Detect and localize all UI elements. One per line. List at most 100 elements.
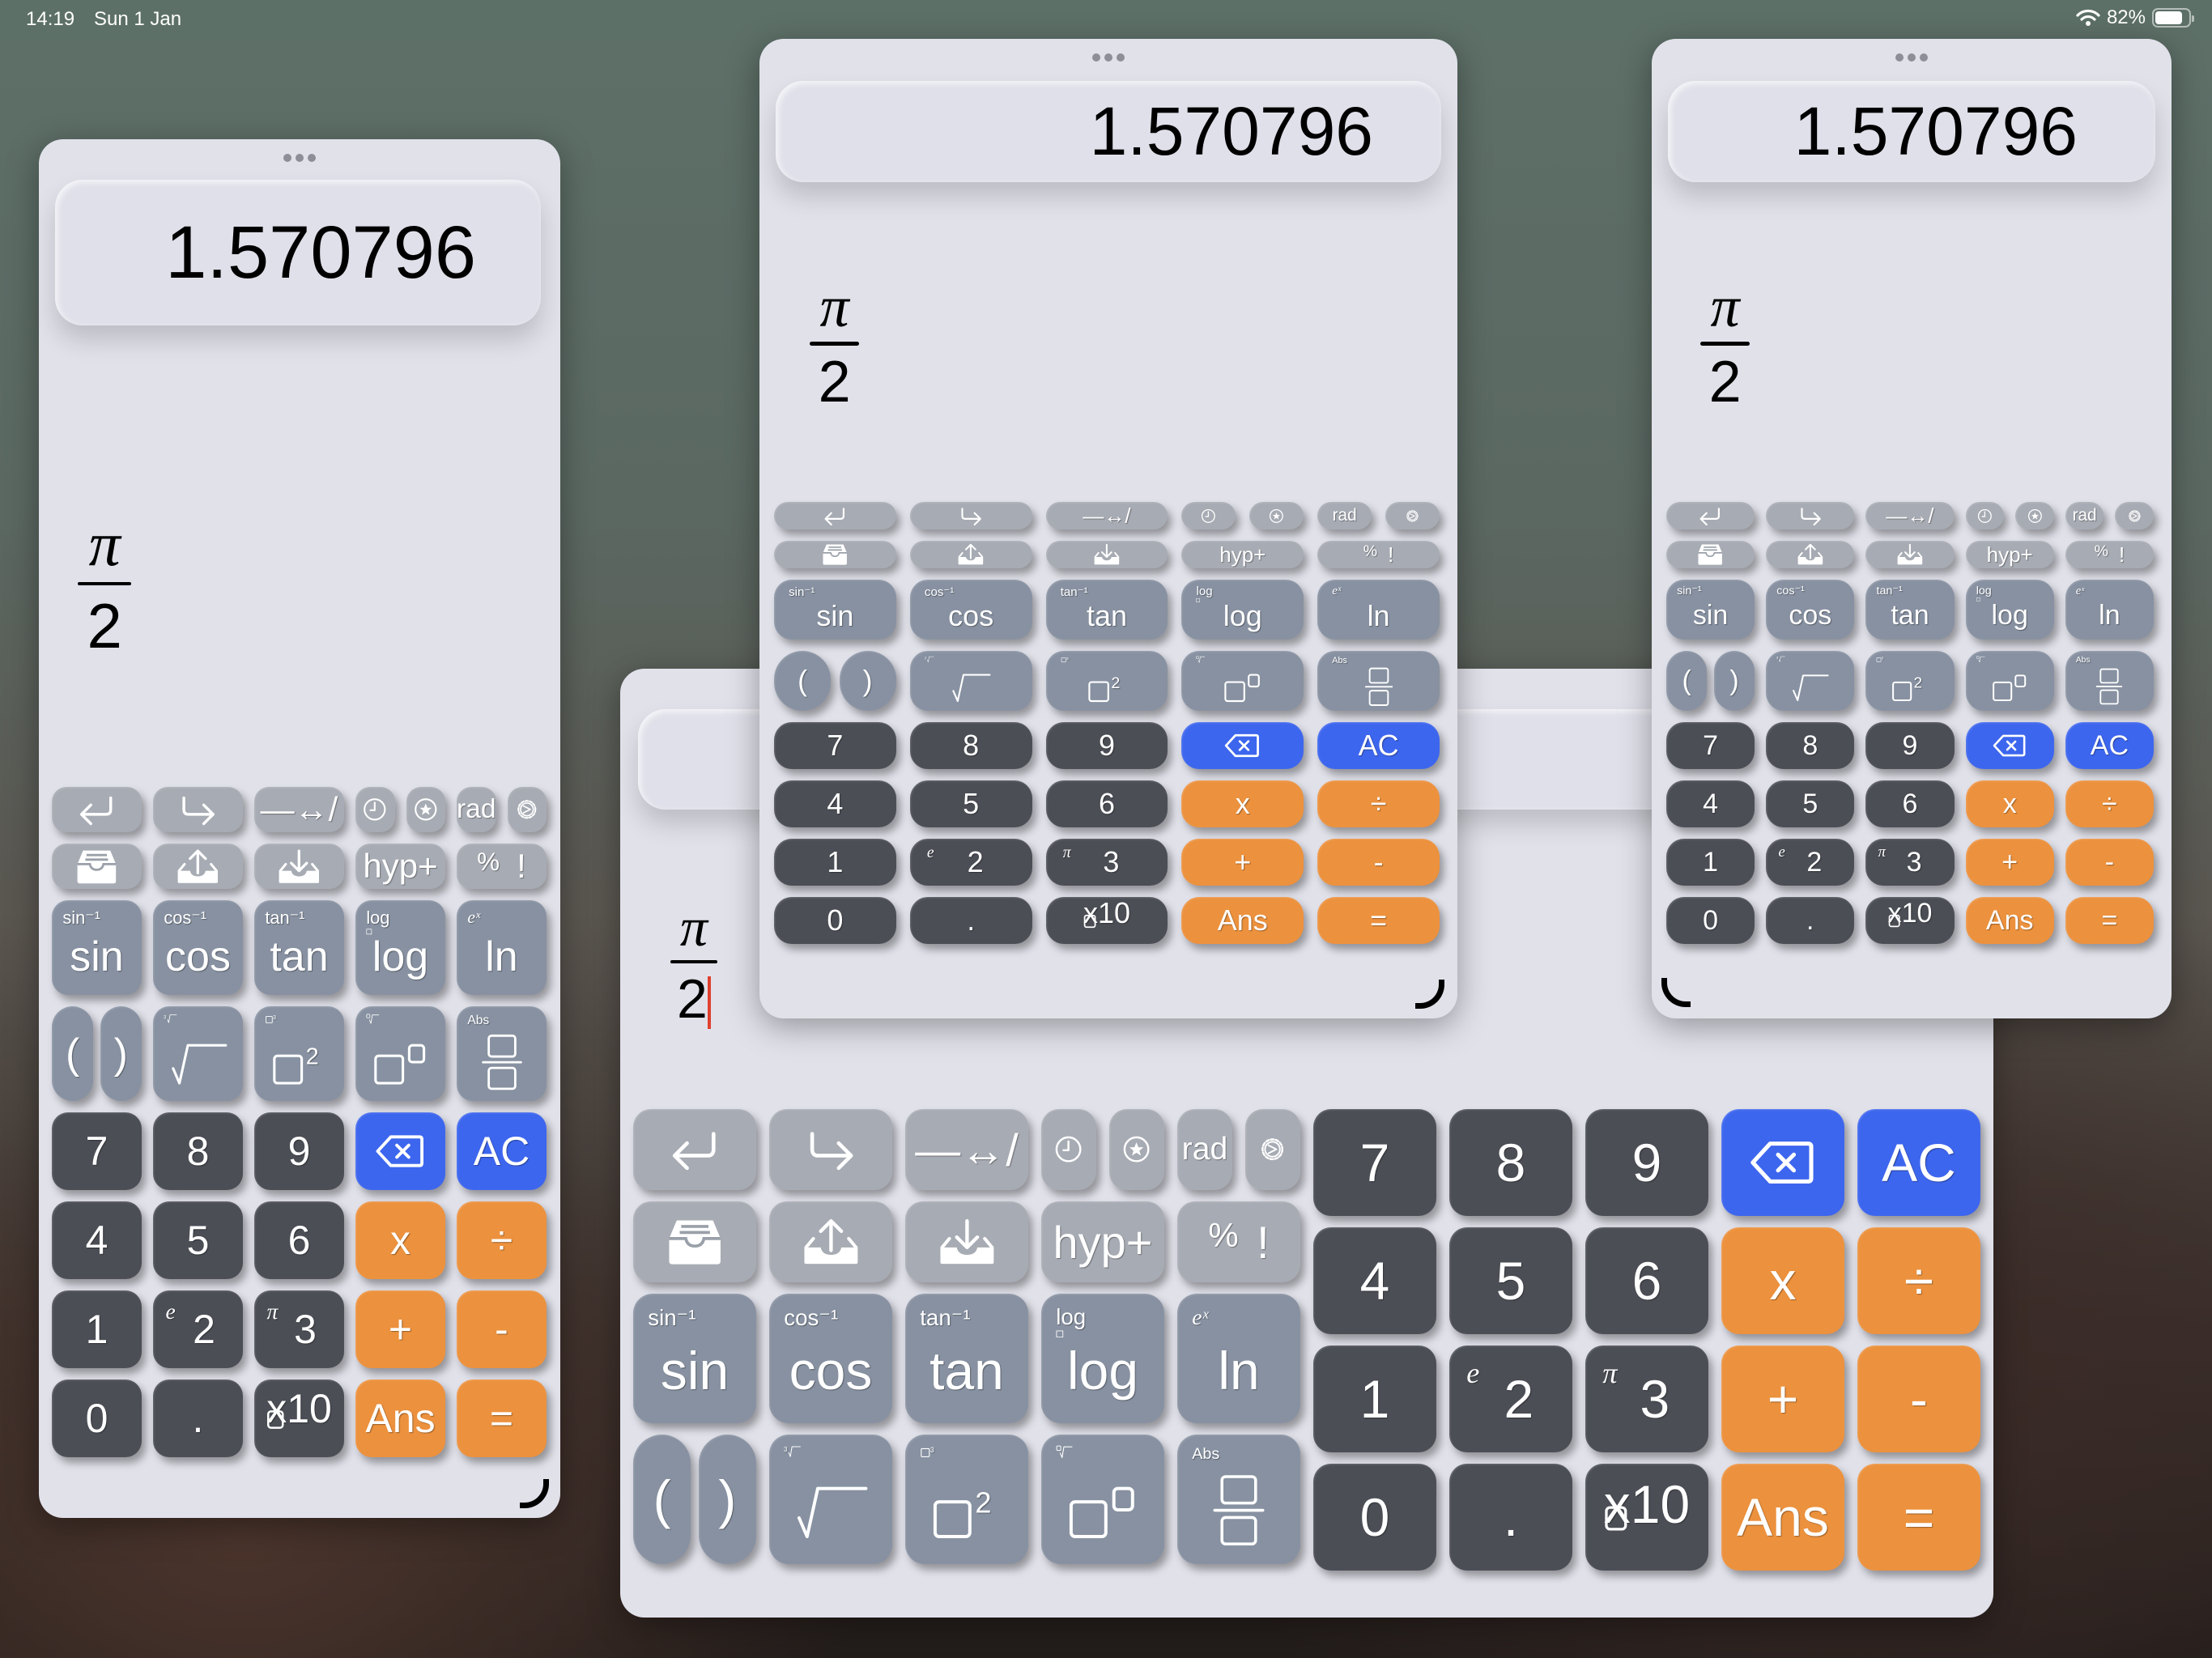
percent-factorial-button[interactable]: %! xyxy=(1177,1201,1300,1282)
multiply-button[interactable]: x xyxy=(1181,780,1304,827)
settings-button[interactable] xyxy=(1245,1109,1300,1190)
digit-8-button[interactable]: 8 xyxy=(909,722,1032,769)
close-paren-button[interactable]: ) xyxy=(1713,651,1755,711)
digit-1-button[interactable]: 1 xyxy=(774,839,896,886)
exp10-button[interactable]: x10 xyxy=(254,1380,344,1457)
log-button[interactable]: log log xyxy=(1965,580,2054,640)
digit-7-button[interactable]: 7 xyxy=(1313,1109,1436,1216)
divide-button[interactable]: ÷ xyxy=(1857,1227,1980,1334)
equals-button[interactable]: = xyxy=(1317,897,1440,944)
digit-7-button[interactable]: 7 xyxy=(52,1112,142,1190)
undo-button[interactable] xyxy=(52,787,142,832)
open-paren-button[interactable]: ( xyxy=(774,651,832,711)
digit-8-button[interactable]: 8 xyxy=(1449,1109,1572,1216)
digit-2-button[interactable]: e2 xyxy=(909,839,1032,886)
minus-button[interactable]: - xyxy=(2065,839,2154,886)
power-button[interactable] xyxy=(1041,1435,1164,1564)
memory-tray-button[interactable] xyxy=(1666,541,1755,568)
digit-0-button[interactable]: 0 xyxy=(774,897,896,944)
history-button[interactable] xyxy=(1965,502,2005,529)
digit-0-button[interactable]: 0 xyxy=(1313,1464,1436,1571)
fraction-button[interactable]: Abs xyxy=(2065,651,2154,711)
digit-3-button[interactable]: π3 xyxy=(1865,839,1955,886)
exp10-button[interactable]: x10 xyxy=(1585,1464,1708,1571)
digit-6-button[interactable]: 6 xyxy=(254,1201,344,1279)
digit-5-button[interactable]: 5 xyxy=(1766,780,1855,827)
memory-store-button[interactable] xyxy=(769,1201,892,1282)
resize-handle[interactable] xyxy=(1415,980,1444,1009)
ac-button[interactable]: AC xyxy=(457,1112,547,1190)
divide-button[interactable]: ÷ xyxy=(2065,780,2154,827)
redo-button[interactable] xyxy=(909,502,1032,529)
multiply-button[interactable]: x xyxy=(1721,1227,1844,1334)
decimal-button[interactable]: . xyxy=(909,897,1032,944)
window-grabber[interactable] xyxy=(1895,53,1928,62)
backspace-button[interactable] xyxy=(1721,1109,1844,1216)
decimal-button[interactable]: . xyxy=(1449,1464,1572,1571)
favorites-button[interactable] xyxy=(1109,1109,1164,1190)
ln-button[interactable]: eˣ ln xyxy=(2065,580,2154,640)
expression-input[interactable]: π 2 xyxy=(810,274,860,415)
digit-3-button[interactable]: π3 xyxy=(1585,1346,1708,1452)
digit-1-button[interactable]: 1 xyxy=(1666,839,1755,886)
favorites-button[interactable] xyxy=(2015,502,2054,529)
digit-0-button[interactable]: 0 xyxy=(1666,897,1755,944)
memory-store-button[interactable] xyxy=(153,844,243,889)
minus-button[interactable]: - xyxy=(457,1290,547,1368)
expression-input[interactable]: π 2 xyxy=(1700,274,1750,415)
power-button[interactable] xyxy=(1965,651,2054,711)
digit-9-button[interactable]: 9 xyxy=(254,1112,344,1190)
plus-button[interactable]: + xyxy=(355,1290,445,1368)
tan-button[interactable]: tan⁻¹ tan xyxy=(1865,580,1955,640)
hyp-button[interactable]: hyp+ xyxy=(355,844,445,889)
ac-button[interactable]: AC xyxy=(2065,722,2154,769)
backspace-button[interactable] xyxy=(355,1112,445,1190)
backspace-button[interactable] xyxy=(1965,722,2054,769)
memory-tray-button[interactable] xyxy=(774,541,896,568)
plus-button[interactable]: + xyxy=(1181,839,1304,886)
digit-1-button[interactable]: 1 xyxy=(52,1290,142,1368)
sqrt-button[interactable]: 3 xyxy=(1766,651,1855,711)
multiply-button[interactable]: x xyxy=(355,1201,445,1279)
digit-4-button[interactable]: 4 xyxy=(52,1201,142,1279)
fraction-toggle-button[interactable]: —↔/ xyxy=(1865,502,1955,529)
digit-7-button[interactable]: 7 xyxy=(1666,722,1755,769)
ln-button[interactable]: eˣ ln xyxy=(1317,580,1440,640)
sin-button[interactable]: sin⁻¹ sin xyxy=(1666,580,1755,640)
digit-6-button[interactable]: 6 xyxy=(1045,780,1168,827)
ans-button[interactable]: Ans xyxy=(1965,897,2054,944)
digit-4-button[interactable]: 4 xyxy=(1313,1227,1436,1334)
digit-3-button[interactable]: π3 xyxy=(254,1290,344,1368)
memory-recall-button[interactable] xyxy=(1045,541,1168,568)
digit-4-button[interactable]: 4 xyxy=(1666,780,1755,827)
undo-button[interactable] xyxy=(1666,502,1755,529)
percent-factorial-button[interactable]: %! xyxy=(457,844,547,889)
backspace-button[interactable] xyxy=(1181,722,1304,769)
digit-6-button[interactable]: 6 xyxy=(1585,1227,1708,1334)
digit-2-button[interactable]: e2 xyxy=(1766,839,1855,886)
angle-mode-button[interactable]: rad xyxy=(1317,502,1372,529)
exp10-button[interactable]: x10 xyxy=(1045,897,1168,944)
sqrt-button[interactable]: 3 xyxy=(769,1435,892,1564)
cos-button[interactable]: cos⁻¹ cos xyxy=(1766,580,1855,640)
digit-9-button[interactable]: 9 xyxy=(1865,722,1955,769)
close-paren-button[interactable]: ) xyxy=(839,651,896,711)
fraction-button[interactable]: Abs xyxy=(457,1006,547,1101)
digit-5-button[interactable]: 5 xyxy=(153,1201,243,1279)
percent-factorial-button[interactable]: %! xyxy=(2065,541,2154,568)
memory-store-button[interactable] xyxy=(909,541,1032,568)
digit-7-button[interactable]: 7 xyxy=(774,722,896,769)
sin-button[interactable]: sin⁻¹ sin xyxy=(774,580,896,640)
cos-button[interactable]: cos⁻¹ cos xyxy=(909,580,1032,640)
settings-button[interactable] xyxy=(1385,502,1440,529)
open-paren-button[interactable]: ( xyxy=(52,1006,94,1101)
log-button[interactable]: log log xyxy=(1041,1294,1164,1423)
exp10-button[interactable]: x10 xyxy=(1865,897,1955,944)
equals-button[interactable]: = xyxy=(2065,897,2154,944)
memory-tray-button[interactable] xyxy=(633,1201,756,1282)
hyp-button[interactable]: hyp+ xyxy=(1181,541,1304,568)
fraction-toggle-button[interactable]: —↔/ xyxy=(1045,502,1168,529)
fraction-button[interactable]: Abs xyxy=(1177,1435,1300,1564)
redo-button[interactable] xyxy=(1766,502,1855,529)
log-button[interactable]: log log xyxy=(355,900,445,995)
